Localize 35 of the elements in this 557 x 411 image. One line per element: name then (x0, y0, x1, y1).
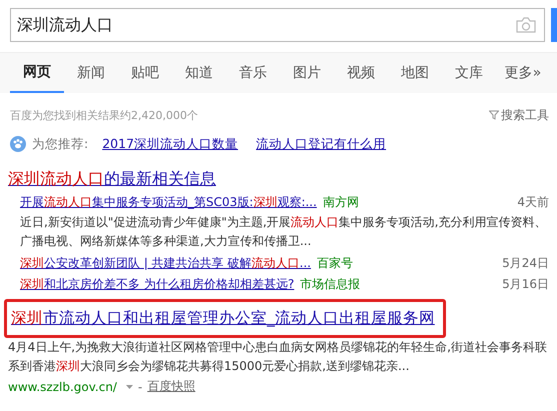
tab[interactable]: 图片 (280, 53, 334, 93)
result-url: www.szzlb.gov.cn/ (8, 380, 117, 394)
result-count: 百度为您找到相关结果约2,420,000个 (10, 108, 198, 122)
news-time: 5月24日 (502, 255, 549, 272)
tab[interactable]: 更多» (496, 53, 550, 93)
search-tools-button[interactable]: 搜索工具 (489, 106, 549, 124)
news-snippet: 近日,新安街道以"促进流动青少年健康"为主题,开展流动人口 集中服务专项活动,充分利用宣传资料、广播电视、网络新媒体等多种渠道,大力宣传和传播卫... (19, 214, 548, 250)
recommend-label: 为您推荐: (32, 136, 88, 152)
news-link[interactable]: 深圳和北京房价差不多 为什么租房价格却相差甚远? (20, 276, 294, 293)
separator-dash: - (138, 380, 142, 394)
tab[interactable]: 知道 (172, 53, 226, 93)
recommend-link[interactable]: 流动人口登记有什么用 (256, 136, 386, 152)
news-time: 4天前 (517, 194, 549, 211)
paw-icon (10, 136, 26, 152)
tab[interactable]: 网页 (10, 53, 64, 93)
news-source: 市场信息报 (300, 276, 360, 293)
filter-icon (489, 110, 499, 120)
result-snippet: 4月4日上午,为挽救大浪街道社区网格管理中心患白血病女网格员缪锦花的年轻生命,街道社会事务科联系到香港深圳大浪同乡会为缪锦花共募得15000元爱心捐款,送到缪锦花亲... (7, 339, 548, 375)
news-time: 5月16日 (502, 276, 549, 293)
cache-link[interactable]: 百度快照 (147, 378, 196, 395)
camera-icon[interactable] (516, 17, 536, 33)
news-link[interactable]: 开展流动人口 集中服务专项活动_第SC03版:深圳观察:... (20, 194, 317, 211)
news-link[interactable]: 深圳公安改革创新团队 | 共建共治共享 破解流动人口... (20, 255, 311, 272)
news-source: 百家号 (316, 255, 353, 272)
tab[interactable]: 文库 (442, 53, 496, 93)
tab[interactable]: 新闻 (64, 53, 118, 93)
tab[interactable]: 贴吧 (118, 53, 172, 93)
tab[interactable]: 音乐 (226, 53, 280, 93)
news-source: 南方网 (322, 194, 359, 211)
search-field[interactable]: 深圳流动人口 (10, 8, 545, 42)
search-button[interactable] (551, 8, 557, 42)
caret-icon[interactable] (126, 384, 133, 388)
tab[interactable]: 视频 (334, 53, 388, 93)
recommend-link[interactable]: 2017深圳流动人口数量 (102, 136, 238, 152)
tab[interactable]: 地图 (388, 53, 442, 93)
